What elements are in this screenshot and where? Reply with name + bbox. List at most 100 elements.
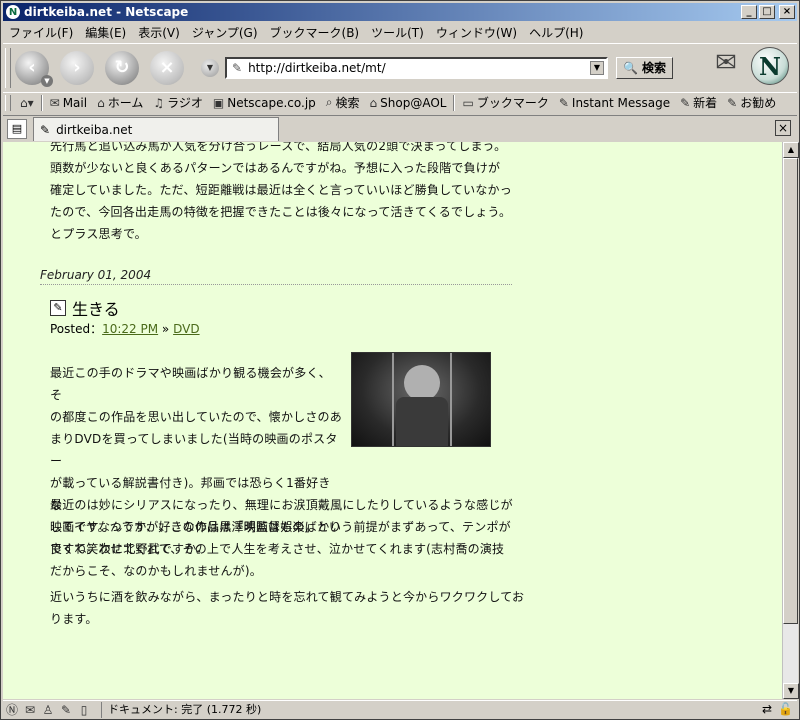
bookmark-mail[interactable]: ✉ Mail xyxy=(45,96,92,110)
bookmark-label: ホーム xyxy=(107,96,144,110)
home-page-icon: ⌂▾ xyxy=(20,95,34,110)
previous-post-text: 先行馬と追い込み馬が人気を分け合うレースで、結局人気の2頭で決まってしまう。 頭… xyxy=(50,142,512,245)
text-line: 確定していました。ただ、短距離戦は最近は全くと言っていいほど勝負していなかっ xyxy=(50,183,512,197)
shop-icon: ⌂ xyxy=(369,95,378,110)
bookmark-instant-message[interactable]: ✎ Instant Message xyxy=(554,96,675,110)
menu-go[interactable]: ジャンプ(G) xyxy=(186,24,264,41)
window-title: dirtkeiba.net - Netscape xyxy=(24,5,189,19)
permalink[interactable]: 10:22 PM xyxy=(102,322,158,336)
new-tab-icon[interactable]: ▤ xyxy=(7,119,27,139)
back-dropdown-icon[interactable]: ▼ xyxy=(41,74,53,87)
bookmark-label: Instant Message xyxy=(571,95,671,110)
instant-messenger-icon[interactable]: ♙ xyxy=(39,703,57,717)
text-line: 近いうちに酒を飲みながら、まったりと時を忘れて観てみようと今からワクワクしてお xyxy=(50,590,525,604)
security-lock-icon[interactable]: 🔓 xyxy=(778,702,793,716)
toolbar-grip[interactable] xyxy=(5,47,11,88)
tab-bar: ▤ ✎ dirtkeiba.net × xyxy=(3,115,797,141)
bookmark-label: Netscape.co.jp xyxy=(227,95,316,110)
composer-icon[interactable]: ✎ xyxy=(57,703,75,717)
forward-arrow-icon: › xyxy=(73,57,81,78)
menu-file[interactable]: ファイル(F) xyxy=(3,24,79,41)
swing-rope xyxy=(392,353,394,446)
reload-button[interactable]: ↻ xyxy=(105,50,139,85)
title-bar: N dirtkeiba.net - Netscape _ □ × xyxy=(3,3,797,21)
menu-bookmarks[interactable]: ブックマーク(B) xyxy=(264,24,366,41)
netscape-logo[interactable]: N xyxy=(751,47,789,85)
bookmark-netscape[interactable]: ▣ Netscape.co.jp xyxy=(208,96,321,110)
posted-label: Posted： xyxy=(50,322,103,336)
figure-body xyxy=(396,397,448,446)
url-history-dropdown[interactable]: ▼ xyxy=(590,60,604,75)
link-icon: ✎ xyxy=(40,122,51,137)
menu-window[interactable]: ウィンドウ(W) xyxy=(430,24,523,41)
menu-tools[interactable]: ツール(T) xyxy=(365,24,430,41)
mail-status-icon[interactable]: ✉ xyxy=(709,48,743,80)
text-line: だからこそ、なのかもしれませんが)。 xyxy=(50,564,262,578)
url-dropdown-icon[interactable]: ▼ xyxy=(201,58,219,77)
vertical-scrollbar[interactable]: ▲ ▼ xyxy=(782,142,799,699)
home-icon: ⌂ xyxy=(97,95,105,110)
post-meta: Posted：10:22 PM » DVD xyxy=(50,320,200,337)
scroll-down-button[interactable]: ▼ xyxy=(783,683,799,699)
address-book-icon[interactable]: ▯ xyxy=(75,703,93,717)
text-line: ります。 xyxy=(50,612,98,626)
mail-icon: ✉ xyxy=(49,95,60,110)
text-line: 先行馬と追い込み馬が人気を分け合うレースで、結局人気の2頭で決まってしまう。 xyxy=(50,142,507,153)
url-field[interactable]: ✎ http://dirtkeiba.net/mt/ ▼ xyxy=(225,56,608,79)
post-title-text: 生きる xyxy=(72,300,120,319)
scrollbar-thumb[interactable] xyxy=(783,158,798,624)
forward-button[interactable]: › xyxy=(60,50,94,85)
menu-edit[interactable]: 編集(E) xyxy=(79,24,132,41)
text-line: 頭数が少ないと良くあるパターンではあるんですがね。予想に入った段階で負けが xyxy=(50,161,501,175)
stop-button[interactable]: × xyxy=(150,50,184,85)
status-bar: Ⓝ ✉ ♙ ✎ ▯ ドキュメント: 完了 (1.772 秒) ⇄ 🔓 xyxy=(3,700,797,718)
separator xyxy=(40,94,43,111)
text-line: たので、今回各出走馬の特徴を把握できたことは後々になって活きてくるでしょう。 xyxy=(50,205,512,219)
menu-view[interactable]: 表示(V) xyxy=(132,24,186,41)
stop-icon: × xyxy=(159,57,175,78)
home-menu-button[interactable]: ⌂▾ xyxy=(15,96,39,110)
bookmark-new[interactable]: ✎ 新着 xyxy=(675,94,722,111)
bookmark-label: ラジオ xyxy=(167,96,203,110)
minimize-button[interactable]: _ xyxy=(741,5,757,19)
status-text: ドキュメント: 完了 (1.772 秒) xyxy=(101,701,261,718)
bookmark-home[interactable]: ⌂ ホーム xyxy=(92,94,148,111)
post-date: February 01, 2004 xyxy=(40,268,512,285)
search-button-label: 検索 xyxy=(641,61,666,75)
mail-icon[interactable]: ✉ xyxy=(21,703,39,717)
maximize-button[interactable]: □ xyxy=(759,5,775,19)
scroll-up-button[interactable]: ▲ xyxy=(783,142,799,158)
movie-still-image xyxy=(351,352,491,447)
text-line: の都度この作品を思い出していたので、懐かしさのあ xyxy=(50,410,342,424)
netscape-status-icon[interactable]: Ⓝ xyxy=(3,701,21,718)
swing-rope xyxy=(450,353,452,446)
post-paragraph-2: 最近のは妙にシリアスになったり、無理にお涙頂戴風にしたりしているような感じが し… xyxy=(50,494,513,582)
close-tab-button[interactable]: × xyxy=(775,120,791,136)
bookmarks-grip[interactable] xyxy=(5,94,11,111)
bookmark-radio[interactable]: ♫ ラジオ xyxy=(148,94,208,111)
page-proxy-icon[interactable]: ✎ xyxy=(232,61,242,75)
url-text: http://dirtkeiba.net/mt/ xyxy=(248,60,386,75)
tab-dirtkeiba[interactable]: ✎ dirtkeiba.net xyxy=(33,117,279,141)
bookmark-label: ブックマーク xyxy=(476,96,549,110)
post-paragraph-3: 近いうちに酒を飲みながら、まったりと時を忘れて観てみようと今からワクワクしてお … xyxy=(50,586,524,630)
netscape-icon: N xyxy=(6,5,20,19)
search-icon: ⌕ xyxy=(325,95,333,109)
menu-bar: ファイル(F) 編集(E) 表示(V) ジャンプ(G) ブックマーク(B) ツー… xyxy=(3,23,797,42)
close-button[interactable]: × xyxy=(779,5,795,19)
personal-toolbar: ⌂▾ ✉ Mail ⌂ ホーム ♫ ラジオ ▣ Netscape.co.jp ⌕ 検索 ⌂… xyxy=(3,92,797,112)
back-button[interactable]: ‹ ▼ xyxy=(15,50,53,87)
figure-head xyxy=(404,365,440,401)
category-link[interactable]: DVD xyxy=(173,322,199,336)
text-line: まりDVDを買ってしまいました(当時の映画のポスター xyxy=(50,432,338,468)
radio-icon: ♫ xyxy=(153,95,165,110)
bookmark-folder[interactable]: ▭ ブックマーク xyxy=(457,94,553,111)
search-button[interactable]: 🔍 検索 xyxy=(616,56,673,79)
text-line: してイヤなんですが、この作品は「映画は娯楽」という前提がまずあって、テンポが xyxy=(50,520,511,534)
menu-help[interactable]: ヘルプ(H) xyxy=(523,24,589,41)
back-arrow-icon: ‹ xyxy=(28,57,36,78)
link-icon: ✎ xyxy=(680,95,691,110)
bookmark-recommend[interactable]: ✎ お勧め xyxy=(722,94,781,111)
bookmark-shop[interactable]: ⌂ Shop@AOL xyxy=(365,96,452,110)
bookmark-search[interactable]: ⌕ 検索 xyxy=(321,94,365,111)
